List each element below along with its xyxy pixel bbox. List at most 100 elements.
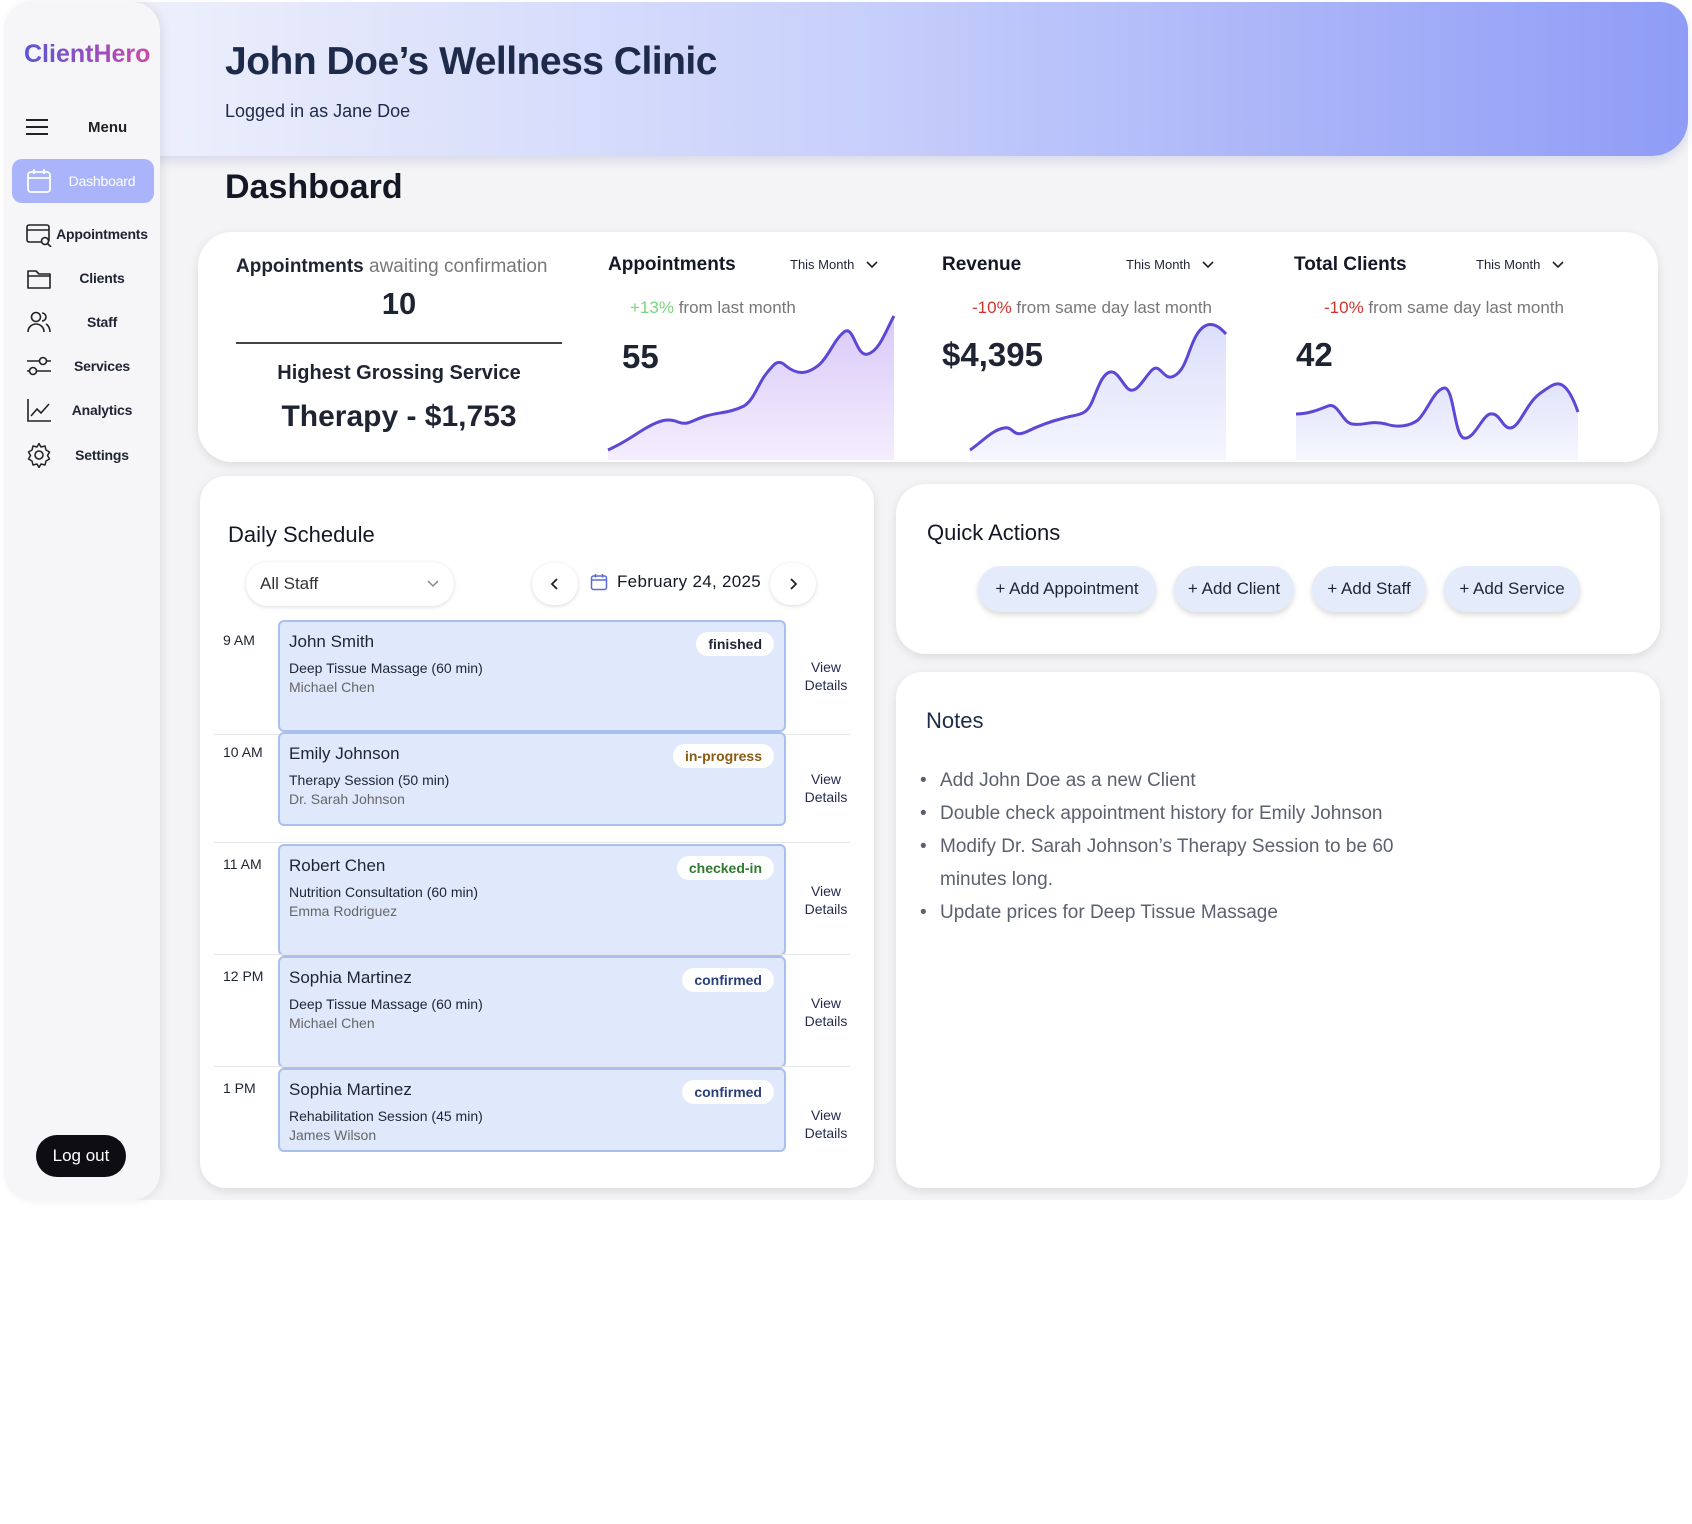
period-label: This Month: [1476, 257, 1541, 272]
add-appointment-button[interactable]: + Add Appointment: [978, 566, 1156, 612]
add-staff-button[interactable]: + Add Staff: [1312, 566, 1426, 612]
revenue-sparkline: [969, 323, 1228, 460]
slot-divider: [214, 954, 850, 955]
view-details-link[interactable]: View Details: [798, 1106, 854, 1142]
sidebar-item-label: Services: [73, 358, 130, 374]
logged-in-text: Logged in as Jane Doe: [225, 101, 411, 121]
sidebar-item-services[interactable]: Services: [12, 344, 154, 388]
slot-time: 12 PM: [223, 968, 264, 984]
status-badge: finished: [696, 632, 774, 656]
add-client-button[interactable]: + Add Client: [1174, 566, 1294, 612]
appointment-block[interactable]: Emily Johnson in-progress Therapy Sessio…: [278, 732, 786, 826]
divider: [236, 342, 562, 344]
slot-divider: [214, 842, 850, 843]
staff-name: Michael Chen: [289, 679, 375, 695]
staff-name: James Wilson: [289, 1127, 377, 1143]
calendar-icon: [590, 574, 608, 591]
view-details-link[interactable]: View Details: [798, 882, 854, 918]
header-banner: John Doe’s Wellness Clinic Logged in as …: [134, 2, 1688, 156]
view-label: View: [810, 659, 842, 675]
service-name: Deep Tissue Massage (60 min): [289, 660, 483, 676]
status-badge: in-progress: [672, 744, 774, 768]
note-item: Double check appointment history for Emi…: [920, 797, 1410, 830]
view-details-link[interactable]: View Details: [798, 658, 854, 694]
staff-name: Emma Rodriguez: [289, 903, 398, 919]
status-badge: confirmed: [682, 1080, 774, 1104]
view-label: View: [810, 995, 842, 1011]
details-label: Details: [804, 901, 848, 917]
quick-actions-card: Quick Actions + Add Appointment + Add Cl…: [896, 484, 1660, 654]
appointments-sparkline: [607, 315, 896, 460]
service-name: Nutrition Consultation (60 min): [289, 884, 479, 900]
client-name: Emily Johnson: [289, 744, 400, 763]
sidebar: ClientHero Menu Dashboard Appointments C…: [4, 2, 160, 1200]
date-text: February 24, 2025: [617, 572, 762, 591]
service-name: Therapy Session (50 min): [289, 772, 450, 788]
period-label: This Month: [790, 257, 855, 272]
sidebar-item-staff[interactable]: Staff: [12, 300, 154, 344]
date-display[interactable]: February 24, 2025: [590, 572, 761, 592]
client-name: Robert Chen: [289, 856, 386, 875]
sidebar-item-clients[interactable]: Clients: [12, 256, 154, 300]
period-dropdown[interactable]: This Month: [790, 257, 878, 272]
appointment-block[interactable]: Sophia Martinez confirmed Deep Tissue Ma…: [278, 956, 786, 1068]
app-window: ClientHero Menu Dashboard Appointments C…: [4, 2, 1688, 1200]
logout-button[interactable]: Log out: [36, 1135, 126, 1177]
sidebar-item-label: Staff: [86, 314, 118, 330]
appointment-block[interactable]: Robert Chen checked-in Nutrition Consult…: [278, 844, 786, 956]
sidebar-item-appointments[interactable]: Appointments: [12, 212, 154, 256]
next-day-button[interactable]: [770, 563, 816, 605]
awaiting-label-bold: Appointments: [236, 256, 364, 277]
sidebar-item-label: Clients: [79, 270, 125, 286]
staff-name: Dr. Sarah Johnson: [289, 791, 405, 807]
chevron-left-icon: [550, 578, 558, 590]
note-item: Update prices for Deep Tissue Massage: [920, 896, 1410, 929]
daily-schedule-card: Daily Schedule All Staff February 24, 20…: [200, 476, 874, 1188]
metric-revenue: Revenue This Month -10% from same day la…: [942, 232, 1272, 462]
hamburger-icon[interactable]: [26, 118, 50, 136]
highest-grossing-value: Therapy - $1,753: [281, 400, 517, 433]
client-name: Sophia Martinez: [289, 968, 412, 987]
period-dropdown[interactable]: This Month: [1126, 257, 1214, 272]
staff-filter-value: All Staff: [260, 574, 319, 593]
awaiting-value: 10: [381, 286, 417, 321]
details-label: Details: [804, 677, 848, 693]
status-badge: checked-in: [676, 856, 774, 880]
sidebar-item-label: Analytics: [71, 402, 133, 418]
prev-day-button[interactable]: [532, 563, 578, 605]
client-name: Sophia Martinez: [289, 1080, 412, 1099]
staff-name: Michael Chen: [289, 1015, 375, 1031]
sidebar-item-analytics[interactable]: Analytics: [12, 388, 154, 432]
view-label: View: [810, 1107, 842, 1123]
view-details-link[interactable]: View Details: [798, 994, 854, 1030]
sidebar-item-label: Dashboard: [68, 173, 136, 189]
view-label: View: [810, 883, 842, 899]
menu-label: Menu: [88, 118, 128, 136]
chevron-down-icon: [1552, 260, 1564, 268]
view-details-link[interactable]: View Details: [798, 770, 854, 806]
highest-grossing-label: Highest Grossing Service: [277, 362, 521, 384]
chevron-down-icon: [427, 580, 439, 588]
awaiting-label-rest: awaiting confirmation: [369, 256, 548, 277]
details-label: Details: [804, 1013, 848, 1029]
menu-toggle[interactable]: Menu: [26, 112, 146, 142]
slot-time: 11 AM: [223, 856, 262, 872]
period-label: This Month: [1126, 257, 1191, 272]
slot-time: 9 AM: [223, 632, 255, 648]
add-service-button[interactable]: + Add Service: [1444, 566, 1580, 612]
sidebar-item-dashboard[interactable]: Dashboard: [12, 159, 154, 203]
sidebar-item-label: Settings: [75, 447, 129, 463]
quick-actions-title: Quick Actions: [927, 520, 1061, 545]
awaiting-label: Appointments awaiting confirmation: [236, 256, 547, 278]
staff-filter-select[interactable]: All Staff: [246, 562, 454, 606]
appointment-block[interactable]: Sophia Martinez confirmed Rehabilitation…: [278, 1068, 786, 1152]
schedule-title: Daily Schedule: [228, 522, 375, 547]
period-dropdown[interactable]: This Month: [1476, 257, 1564, 272]
metric-title: Appointments: [608, 254, 736, 275]
client-name: John Smith: [289, 632, 375, 651]
appointment-block[interactable]: John Smith finished Deep Tissue Massage …: [278, 620, 786, 732]
slot-time: 1 PM: [223, 1080, 256, 1096]
service-name: Deep Tissue Massage (60 min): [289, 996, 483, 1012]
sidebar-item-settings[interactable]: Settings: [12, 433, 154, 477]
brand-logo[interactable]: ClientHero: [24, 40, 150, 69]
